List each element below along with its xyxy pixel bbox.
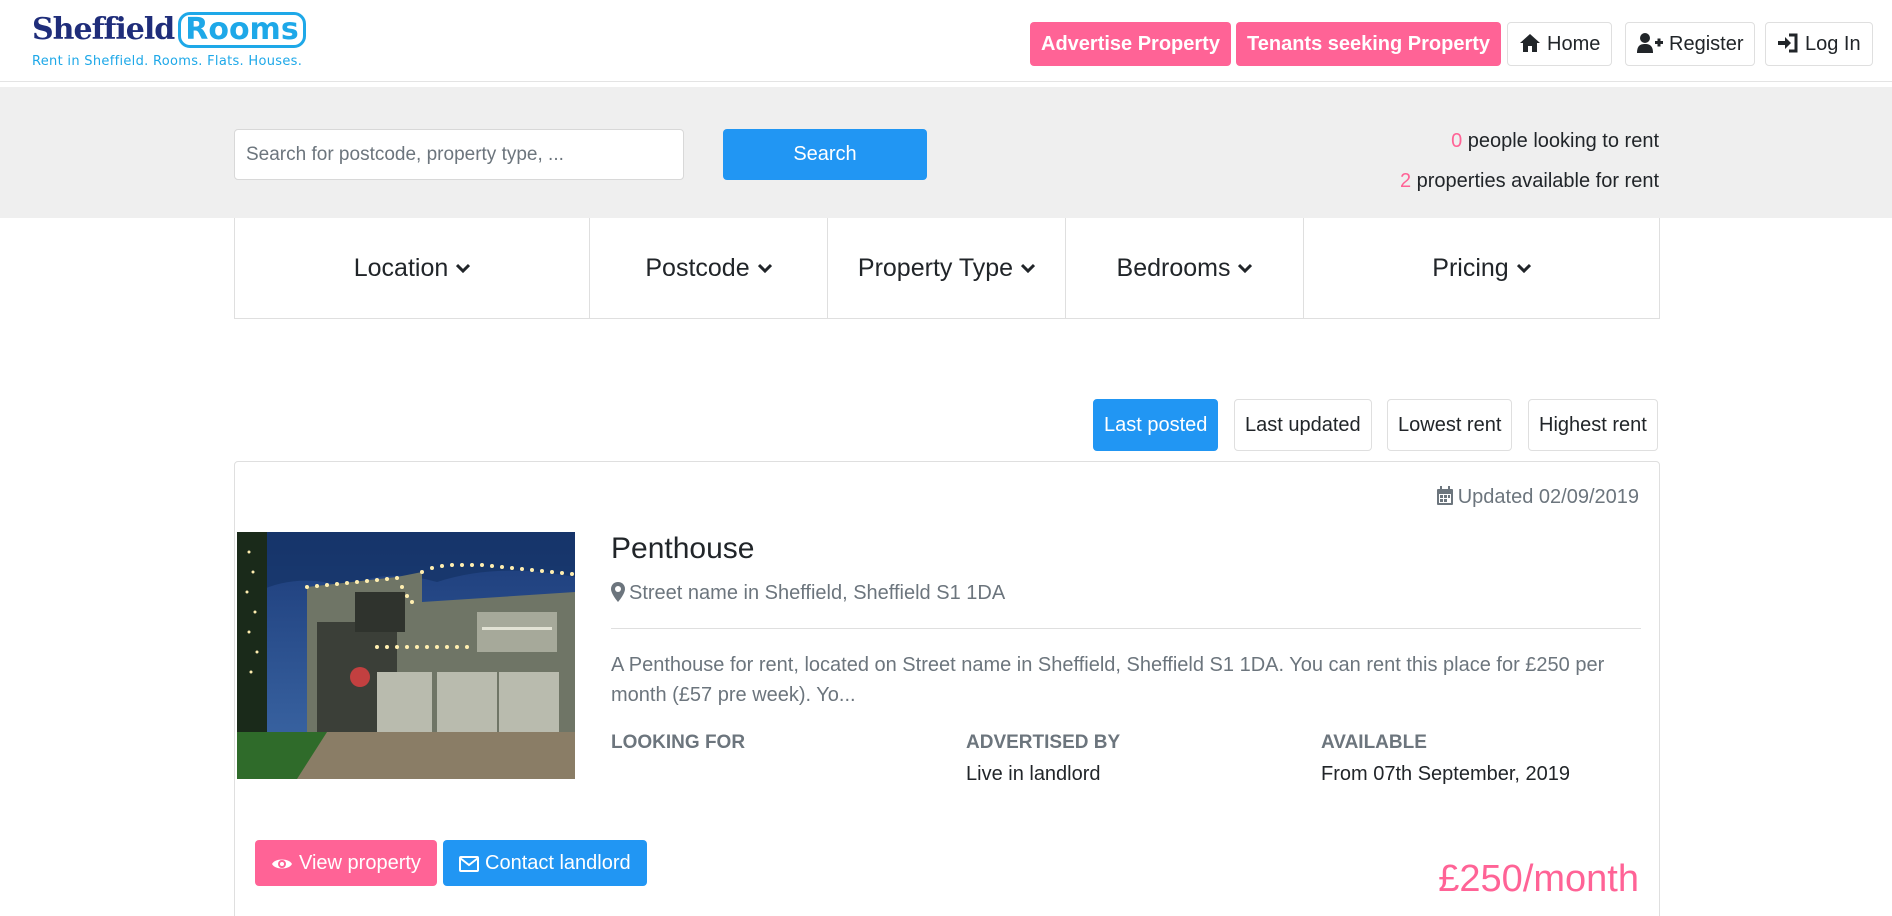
advertised-by-label: ADVERTISED BY	[966, 732, 1121, 753]
logo-name-part1: Sheffield	[32, 12, 175, 47]
filter-pricing[interactable]: Pricing	[1304, 218, 1659, 318]
site-logo[interactable]: Sheffield Rooms Rent in Sheffield. Rooms.…	[32, 8, 306, 76]
logo-name-part2: Rooms	[178, 12, 306, 48]
tenants-seeking-button[interactable]: Tenants seeking Property	[1236, 22, 1502, 66]
listing-address-text: Street name in Sheffield, Sheffield S1 1…	[629, 582, 1006, 604]
chevron-down-icon	[456, 263, 471, 273]
sort-last-posted-button[interactable]: Last posted	[1093, 399, 1219, 451]
chevron-down-icon	[1021, 263, 1036, 273]
filter-property-type[interactable]: Property Type	[828, 218, 1066, 318]
people-text: people looking to rent	[1467, 130, 1659, 152]
listing-updated-text: Updated 02/09/2019	[1457, 486, 1639, 508]
filter-postcode[interactable]: Postcode	[590, 218, 828, 318]
listing-title[interactable]: Penthouse	[611, 532, 754, 566]
advertise-property-label: Advertise Property	[1041, 33, 1220, 55]
listing-divider	[611, 628, 1641, 629]
logo-tagline: Rent in Sheffield. Rooms. Flats. Houses.	[32, 54, 303, 69]
sort-highest-rent-button[interactable]: Highest rent	[1528, 399, 1658, 451]
contact-landlord-label: Contact landlord	[485, 852, 631, 874]
chevron-down-icon	[757, 263, 772, 273]
available-label: AVAILABLE	[1321, 732, 1427, 753]
home-button[interactable]: Home	[1507, 22, 1613, 66]
filter-location-label: Location	[353, 253, 449, 282]
search-input[interactable]	[234, 129, 684, 180]
calendar-icon	[1436, 486, 1453, 505]
sort-lowest-rent-button[interactable]: Lowest rent	[1387, 399, 1513, 451]
property-photo[interactable]	[237, 532, 575, 779]
eye-icon	[272, 859, 292, 869]
login-button[interactable]: Log In	[1765, 22, 1873, 66]
home-label: Home	[1547, 33, 1601, 55]
view-property-button[interactable]: View property	[255, 840, 437, 886]
view-property-label: View property	[299, 852, 421, 874]
listing-address: Street name in Sheffield, Sheffield S1 1…	[611, 582, 1005, 605]
site-header: Sheffield Rooms Rent in Sheffield. Rooms.…	[0, 0, 1892, 82]
filter-bar: Location Postcode Property Type Bedrooms…	[234, 218, 1660, 319]
register-button[interactable]: Register	[1625, 22, 1756, 66]
properties-count: 2	[1399, 170, 1412, 192]
filter-bedrooms-label: Bedrooms	[1116, 253, 1231, 282]
search-button[interactable]: Search	[723, 129, 927, 180]
register-label: Register	[1669, 33, 1744, 55]
property-image	[237, 532, 575, 779]
filter-postcode-label: Postcode	[645, 253, 750, 282]
sign-in-icon	[1778, 33, 1798, 53]
filter-location[interactable]: Location	[235, 218, 590, 318]
filter-property-type-label: Property Type	[857, 253, 1014, 282]
available-value: From 07th September, 2019	[1321, 763, 1571, 785]
filter-pricing-label: Pricing	[1432, 253, 1509, 282]
envelope-icon	[459, 856, 479, 872]
chevron-down-icon	[1238, 263, 1253, 273]
tenants-seeking-label: Tenants seeking Property	[1247, 33, 1491, 55]
contact-landlord-button[interactable]: Contact landlord	[443, 840, 647, 886]
listing-updated: Updated 02/09/2019	[1436, 486, 1639, 509]
properties-text: properties available for rent	[1416, 170, 1659, 192]
properties-available-stat: 2 properties available for rent	[1400, 170, 1659, 193]
chevron-down-icon	[1516, 263, 1531, 273]
listing-price: £250/month	[1438, 858, 1639, 900]
search-band: Search 0 people looking to rent 2 proper…	[0, 87, 1892, 218]
listing-card: Updated 02/09/2019 Penthouse Street name…	[234, 461, 1660, 916]
user-plus-icon	[1637, 33, 1663, 53]
looking-for-label: LOOKING FOR	[611, 732, 746, 753]
advertised-by-value: Live in landlord	[966, 763, 1101, 785]
people-count: 0	[1451, 130, 1463, 152]
people-looking-stat: 0 people looking to rent	[1451, 130, 1659, 153]
filter-bedrooms[interactable]: Bedrooms	[1066, 218, 1304, 318]
advertise-property-button[interactable]: Advertise Property	[1030, 22, 1231, 66]
sort-last-updated-button[interactable]: Last updated	[1234, 399, 1372, 451]
home-icon	[1520, 34, 1540, 52]
map-marker-icon	[611, 582, 625, 602]
login-label: Log In	[1805, 33, 1861, 55]
logo-wordmark: Sheffield Rooms	[32, 12, 306, 48]
listing-description: A Penthouse for rent, located on Street …	[611, 654, 1605, 706]
